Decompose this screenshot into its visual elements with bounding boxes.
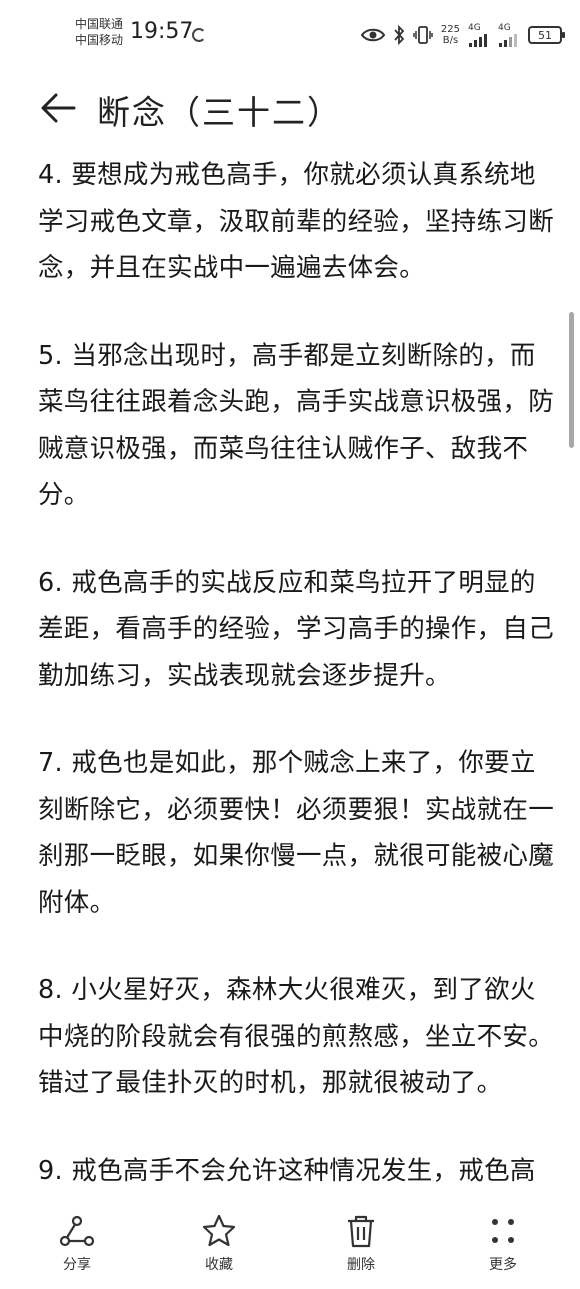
more-label: 更多 [489,1257,517,1273]
star-icon [202,1214,236,1247]
trash-icon [348,1215,374,1248]
speed-unit: B/s [442,35,459,46]
more-dots-icon [492,1219,514,1243]
battery-icon: 51 [528,26,565,44]
paragraph-4: 4. 要想成为戒色高手，你就必须认真系统地学习戒色文章，汲取前辈的经验，坚持练习… [38,160,555,283]
carrier-1: 中国联通 [75,17,124,31]
network-speed: 225 B/s [441,24,460,46]
scrollbar-thumb[interactable] [569,312,574,448]
paragraph-5: 5. 当邪念出现时，高手都是立刻断除的，而菜鸟往往跟着念头跑，高手实战意识极强，… [38,340,555,511]
title-bar: 断念（三十二） [0,78,580,140]
vibrate-icon [413,25,433,45]
paragraph-8: 8. 小火星好灭，森林大火很难灭，到了欲火中烧的阶段就会有很强的煎熬感，坐立不安… [38,975,555,1098]
status-bar: 中国联通 中国移动 19:57 225 B/s 4G 4G 51 [0,0,580,70]
carrier-2: 中国移动 [75,33,124,47]
eye-icon [360,27,385,43]
paragraph-7: 7. 戒色也是如此，那个贼念上来了，你要立刻断除它，必须要快！必须要狠！实战就在… [38,748,555,918]
note-content[interactable]: 4. 要想成为戒色高手，你就必须认真系统地学习戒色文章，汲取前辈的经验，坚持练习… [38,152,558,1200]
share-label: 分享 [63,1257,91,1273]
more-button[interactable]: 更多 [448,1214,558,1289]
signal-2: 4G [498,23,520,47]
paragraph-9: 9. 戒色高手不会允许这种情况发生，戒色高 [38,1155,536,1186]
speed-value: 225 [440,24,460,35]
share-icon [59,1215,95,1247]
signal-1: 4G [468,23,490,47]
net-type-1: 4G [468,23,481,33]
favorite-button[interactable]: 收藏 [164,1214,274,1289]
sync-icon [192,28,206,42]
carrier-info: 中国联通 中国移动 [75,16,123,48]
paragraph-6: 6. 戒色高手的实战反应和菜鸟拉开了明显的差距，看高手的经验，学习高手的操作，自… [38,567,555,691]
battery-level: 51 [538,28,552,42]
bottom-toolbar: 分享 收藏 删除 更多 [0,1200,580,1289]
delete-label: 删除 [347,1257,375,1273]
status-time: 19:57 [130,19,194,44]
share-button[interactable]: 分享 [22,1214,132,1289]
signal-bars-icon [499,34,517,47]
favorite-label: 收藏 [205,1257,233,1273]
page-title: 断念（三十二） [97,93,342,132]
status-indicators: 225 B/s 4G 4G 51 [360,22,565,48]
signal-bars-icon [469,34,487,47]
bluetooth-icon [393,25,405,45]
net-type-2: 4G [498,23,511,33]
back-arrow-icon[interactable] [38,88,78,128]
delete-button[interactable]: 删除 [306,1214,416,1289]
